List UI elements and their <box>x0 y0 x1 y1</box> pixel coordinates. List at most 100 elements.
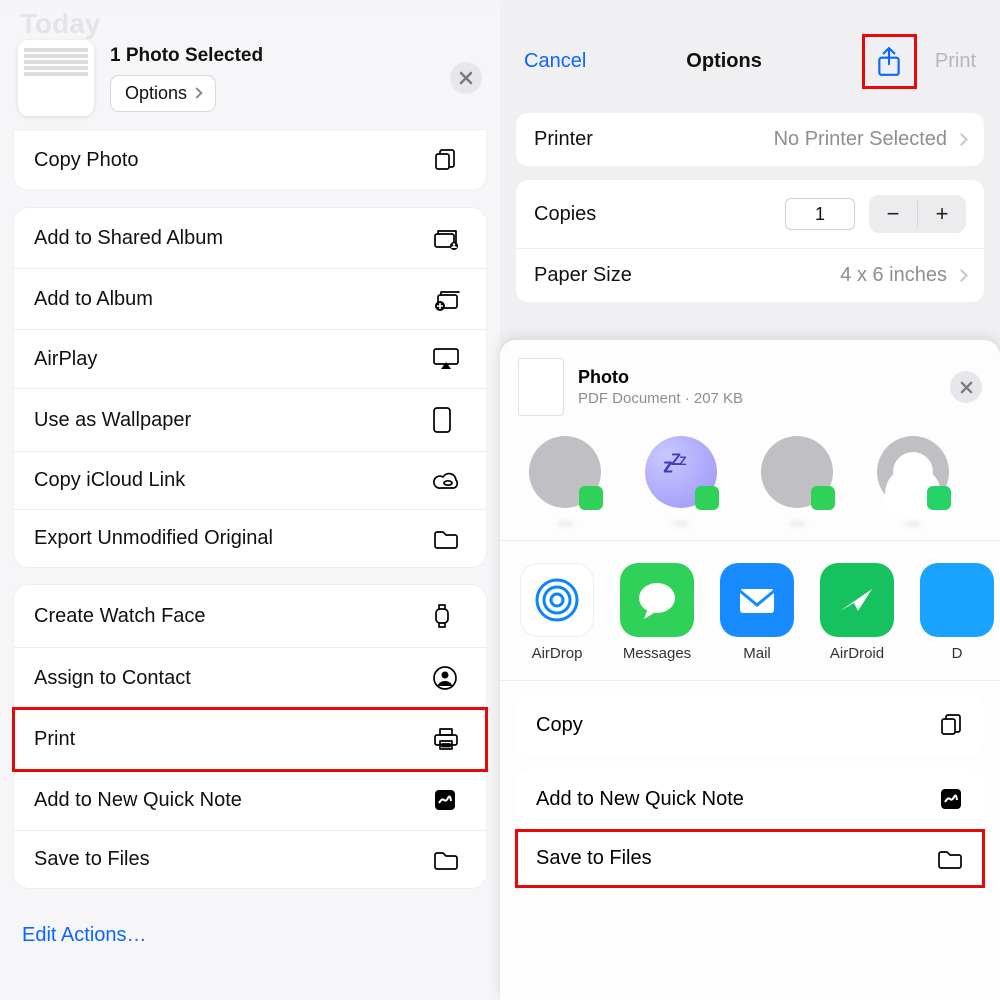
paper-label: Paper Size <box>534 264 632 287</box>
avatar <box>877 436 949 508</box>
action-label: Add to Album <box>34 288 432 311</box>
nav-bar: Cancel Options Print <box>500 0 1000 107</box>
action-label: Save to Files <box>34 848 432 871</box>
sheet-action-copy[interactable]: Copy <box>516 695 984 755</box>
contact-icon <box>432 665 466 691</box>
messages-icon <box>620 563 694 637</box>
options-label: Options <box>125 83 187 104</box>
folder-icon <box>432 849 466 871</box>
paper-value: 4 x 6 inches <box>840 264 947 287</box>
action-row-create-watch-face[interactable]: Create Watch Face <box>14 585 486 648</box>
printer-row[interactable]: Printer No Printer Selected <box>516 113 984 166</box>
extra-icon <box>920 563 994 637</box>
avatar <box>761 436 833 508</box>
app-label: Mail <box>720 645 794 662</box>
folder-icon <box>936 848 964 870</box>
action-label: Export Unmodified Original <box>34 527 432 550</box>
shared-album-icon <box>432 225 466 251</box>
close-button[interactable] <box>450 62 482 94</box>
app-mail[interactable]: Mail <box>720 563 794 662</box>
avatar <box>529 436 601 508</box>
action-row-copy-icloud-link[interactable]: Copy iCloud Link <box>14 452 486 510</box>
nav-title: Options <box>686 50 762 73</box>
copies-minus-button[interactable]: − <box>869 195 917 233</box>
action-row-add-to-new-quick-note[interactable]: Add to New Quick Note <box>14 770 486 831</box>
app-label: D <box>920 645 994 662</box>
action-group: Add to Shared Album Add to Album AirPlay Us… <box>14 208 486 567</box>
sheet-action-add-to-new-quick-note[interactable]: Add to New Quick Note <box>516 769 984 830</box>
copy-icon <box>938 712 964 738</box>
app-messages[interactable]: Messages <box>620 563 694 662</box>
cancel-button[interactable]: Cancel <box>524 50 586 73</box>
action-label: Add to Shared Album <box>34 227 432 250</box>
close-icon <box>459 71 473 85</box>
paper-row[interactable]: Paper Size 4 x 6 inches <box>516 249 984 302</box>
messages-badge-icon <box>579 486 603 510</box>
action-row-use-as-wallpaper[interactable]: Use as Wallpaper <box>14 389 486 452</box>
copies-plus-button[interactable]: + <box>918 195 966 233</box>
action-row-airplay[interactable]: AirPlay <box>14 330 486 389</box>
action-row-print[interactable]: Print <box>14 709 486 770</box>
action-label: Print <box>34 728 432 751</box>
printer-label: Printer <box>534 128 593 151</box>
copies-value[interactable]: 1 <box>785 198 855 230</box>
sheet-action-group: Copy <box>516 695 984 755</box>
sheet-meta: Photo PDF Document · 207 KB <box>578 367 743 407</box>
phone-icon <box>432 406 466 434</box>
add-album-icon <box>432 286 466 312</box>
cloud-link-icon <box>432 470 466 492</box>
watch-icon <box>432 602 466 630</box>
action-row-save-to-files[interactable]: Save to Files <box>14 831 486 888</box>
app-label: AirDroid <box>820 645 894 662</box>
sheet-action-save-to-files[interactable]: Save to Files <box>516 830 984 887</box>
app-airdrop[interactable]: AirDrop <box>520 563 594 662</box>
action-label: Copy iCloud Link <box>34 469 432 492</box>
chevron-right-icon <box>191 87 202 98</box>
chevron-right-icon <box>955 133 968 146</box>
folder-icon <box>432 528 466 550</box>
sheet-action-label: Copy <box>536 714 583 737</box>
action-row-assign-to-contact[interactable]: Assign to Contact <box>14 648 486 709</box>
chevron-right-icon <box>955 269 968 282</box>
contact-item[interactable]: — <box>752 436 842 530</box>
app-airdroid[interactable]: AirDroid <box>820 563 894 662</box>
contact-item[interactable]: — <box>520 436 610 530</box>
contact-item[interactable]: zZZ— <box>636 436 726 530</box>
app-extra[interactable]: D <box>920 563 994 662</box>
options-button[interactable]: Options <box>110 75 216 112</box>
contact-item[interactable]: — <box>868 436 958 530</box>
sheet-subtitle: PDF Document · 207 KB <box>578 390 743 407</box>
action-label: Use as Wallpaper <box>34 409 432 432</box>
print-options-pane: Cancel Options Print Printer No Printer … <box>500 0 1000 1000</box>
airdroid-icon <box>820 563 894 637</box>
avatar: zZZ <box>645 436 717 508</box>
action-row-copy-photo[interactable]: Copy Photo <box>14 130 486 190</box>
action-row-add-to-album[interactable]: Add to Album <box>14 269 486 330</box>
contacts-row: — zZZ— — — <box>500 428 1000 541</box>
share-icon <box>876 47 902 77</box>
pdf-thumbnail <box>518 358 564 416</box>
action-row-add-to-shared-album[interactable]: Add to Shared Album <box>14 208 486 269</box>
airdrop-icon <box>520 563 594 637</box>
print-button-disabled: Print <box>935 50 976 73</box>
share-button[interactable] <box>862 34 917 89</box>
app-label: AirDrop <box>520 645 594 662</box>
copy-icon <box>432 147 466 173</box>
mail-icon <box>720 563 794 637</box>
printer-value: No Printer Selected <box>774 128 947 151</box>
action-row-export-unmodified-original[interactable]: Export Unmodified Original <box>14 510 486 567</box>
copies-stepper: − + <box>869 195 966 233</box>
sheet-action-group: Add to New Quick Note Save to Files <box>516 769 984 887</box>
apps-row: AirDrop Messages Mail AirDroid D <box>500 541 1000 681</box>
action-label: Add to New Quick Note <box>34 789 432 812</box>
sheet-close-button[interactable] <box>950 371 982 403</box>
sheet-action-label: Save to Files <box>536 847 652 870</box>
messages-badge-icon <box>811 486 835 510</box>
close-icon <box>960 381 973 394</box>
action-label: Copy Photo <box>34 149 432 172</box>
sheet-title: Photo <box>578 367 743 388</box>
app-label: Messages <box>620 645 694 662</box>
contact-name: — <box>752 514 842 530</box>
share-sheet-bottom: Photo PDF Document · 207 KB — zZZ— — — AirD… <box>500 340 1000 1000</box>
edit-actions-link[interactable]: Edit Actions… <box>0 906 500 965</box>
